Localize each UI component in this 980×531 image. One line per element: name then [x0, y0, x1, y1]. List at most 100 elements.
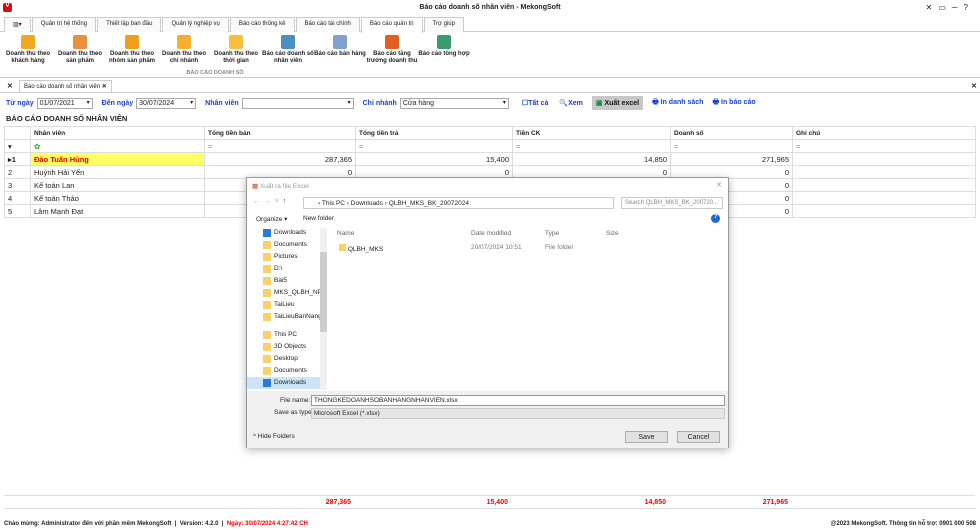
menu-tab[interactable]: Thiết lập ban đầu [97, 17, 162, 32]
nav-scrollbar[interactable] [320, 228, 327, 390]
close-all-icon[interactable]: ✕ [7, 82, 13, 90]
filter-cell[interactable]: = [204, 139, 356, 153]
col-size[interactable]: Size [606, 230, 619, 237]
column-header[interactable]: Tiền CK [512, 126, 671, 140]
ribbon-button-label: Báo cáo doanh số nhân viên [262, 51, 314, 64]
view-button[interactable]: 🔍Xem [559, 99, 583, 107]
nav-item[interactable]: Bài5 [247, 275, 327, 287]
menu-tab[interactable]: Trợ giúp [423, 17, 464, 32]
table-cell[interactable]: 14,850 [512, 152, 671, 166]
save-button[interactable]: Save [625, 431, 668, 443]
cancel-button[interactable]: Cancel [677, 431, 720, 443]
file-name-input[interactable]: THONGKEDOANHSOBANHANGNHANVIEN.xlsx [311, 395, 725, 406]
branch-select[interactable]: Cửa hàng [399, 97, 509, 109]
export-excel-button[interactable]: ▣ Xuất excel [591, 96, 644, 110]
report-icon [229, 35, 243, 49]
report-icon [437, 35, 451, 49]
nav-item[interactable]: MKS_QLBH_NPP [247, 287, 327, 299]
table-cell[interactable] [792, 178, 976, 192]
nav-item[interactable]: TaiLieuBanNang [247, 311, 327, 323]
filter-cell[interactable]: ✿ [30, 139, 205, 153]
menu-tab[interactable]: Báo cáo thống kê [229, 17, 295, 32]
close-tab-icon[interactable]: ✕ [102, 84, 107, 90]
close-doc-icon[interactable]: ✕ [971, 82, 977, 90]
nav-item[interactable]: This PC [247, 329, 327, 341]
search-input[interactable]: Search QLBH_MKS_BK_200720... [621, 197, 723, 209]
staff-select[interactable] [241, 97, 354, 109]
table-cell[interactable]: 271,965 [670, 152, 793, 166]
column-header[interactable]: Tổng tiền trả [355, 126, 513, 140]
col-type[interactable]: Type [545, 230, 559, 237]
table-cell[interactable]: 287,365 [204, 152, 356, 166]
table-cell[interactable]: Huỳnh Hải Yến [30, 165, 205, 179]
nav-item[interactable]: Documents [247, 365, 327, 377]
report-icon [281, 35, 295, 49]
nav-back-forward-up[interactable]: ← → ˅ ↑ [253, 198, 286, 205]
table-cell[interactable] [792, 165, 976, 179]
ribbon-button-label: Báo cáo tổng hợp [418, 51, 470, 57]
file-item[interactable]: QLBH_MKS 20/07/2024 10:51 File folder [339, 244, 639, 253]
table-cell[interactable] [792, 152, 976, 166]
help-icon[interactable]: ? [711, 214, 720, 223]
address-bar[interactable]: › This PC › Downloads › QLBH_MKS_BK_2007… [303, 197, 614, 209]
hide-folders-button[interactable]: ^ Hide Folders [253, 433, 295, 440]
crumb-this-pc[interactable]: This PC [322, 200, 345, 207]
doc-tab-active[interactable]: Báo cáo doanh số nhân viên ✕ [19, 80, 112, 93]
col-name[interactable]: Name [337, 230, 354, 237]
new-folder-button[interactable]: New folder [303, 215, 334, 222]
table-cell[interactable]: Lâm Mạnh Đạt [30, 204, 205, 218]
nav-item-label: Bài5 [274, 277, 288, 284]
nav-item[interactable]: Downloads [247, 377, 327, 389]
col-date[interactable]: Date modified [471, 230, 511, 237]
table-cell[interactable]: 15,400 [355, 152, 513, 166]
organize-button[interactable]: Organize ▾ [256, 215, 287, 223]
excel-icon: ▣ [595, 100, 603, 107]
table-cell[interactable]: Kế toán Lan [30, 178, 205, 192]
menu-tab[interactable]: Quản lý nghiệp vụ [162, 17, 229, 32]
nav-item[interactable]: Documents [247, 239, 327, 251]
window-title: Báo cáo doanh số nhân viên - MekongSoft [419, 4, 561, 11]
table-cell[interactable]: Đào Tuấn Hùng [30, 152, 205, 166]
nav-item[interactable]: TaiLieu [247, 299, 327, 311]
nav-item[interactable]: 3D Objects [247, 341, 327, 353]
menu-tab[interactable]: Báo cáo tài chính [295, 17, 360, 32]
column-header[interactable]: Nhân viên [30, 126, 205, 140]
menu-tab[interactable]: Báo cáo quản trị [360, 17, 423, 33]
print-list-button[interactable]: 🖶 In danh sách [652, 98, 703, 109]
table-row[interactable]: ▸1 Đào Tuấn Hùng 287,365 15,400 14,850 271,96… [4, 152, 976, 166]
save-type-select[interactable]: Microsoft Excel (*.xlsx) [311, 408, 725, 419]
nav-item-label: Pictures [274, 253, 298, 260]
column-header[interactable]: Tổng tiền bán [204, 126, 356, 140]
table-cell[interactable] [792, 204, 976, 218]
copyright-text: @2023 MekongSoft. Thông tin hỗ trợ: 0901… [830, 521, 976, 527]
crumb-downloads[interactable]: Downloads [351, 200, 383, 207]
window-controls[interactable]: ✕▭─? [926, 3, 974, 12]
save-dialog: ▦ Xuất ra file Excel ✕ ← → ˅ ↑ › This PC… [246, 177, 729, 448]
filter-cell[interactable]: = [512, 139, 671, 153]
nav-item[interactable]: D:\ [247, 263, 327, 275]
from-date-input[interactable]: 01/07/2021 [36, 97, 93, 109]
table-cell[interactable] [792, 191, 976, 205]
column-header[interactable]: Doanh số [670, 126, 793, 140]
column-header[interactable]: Ghi chú [792, 126, 976, 140]
filter-cell[interactable]: = [355, 139, 513, 153]
folder-icon [263, 229, 271, 237]
report-icon [333, 35, 347, 49]
to-date-input[interactable]: 30/07/2024 [136, 97, 197, 109]
title-bar: V Báo cáo doanh số nhân viên - MekongSof… [0, 0, 980, 17]
section-title: BÁO CÁO DOANH SỐ NHÂN VIÊN [6, 114, 128, 123]
nav-item[interactable]: Pictures [247, 251, 327, 263]
print-report-button[interactable]: 🖶 In báo cáo [712, 98, 755, 109]
all-checkbox[interactable]: ☐Tất cả [522, 99, 549, 107]
crumb-folder[interactable]: QLBH_MKS_BK_20072024 [389, 200, 469, 207]
total-discount: 14,850 [644, 499, 666, 506]
table-cell[interactable]: Kế toán Thảo [30, 191, 205, 205]
nav-item[interactable]: Downloads [247, 227, 327, 239]
menu-tab[interactable]: Quản trị hệ thống [31, 17, 97, 32]
quick-access-button[interactable]: ▥▾ [4, 17, 31, 32]
dialog-close-button[interactable]: ✕ [716, 181, 722, 189]
filter-cell[interactable]: = [670, 139, 793, 153]
nav-item[interactable]: Desktop [247, 353, 327, 365]
total-returns: 15,400 [486, 499, 508, 506]
filter-cell[interactable]: = [792, 139, 976, 153]
